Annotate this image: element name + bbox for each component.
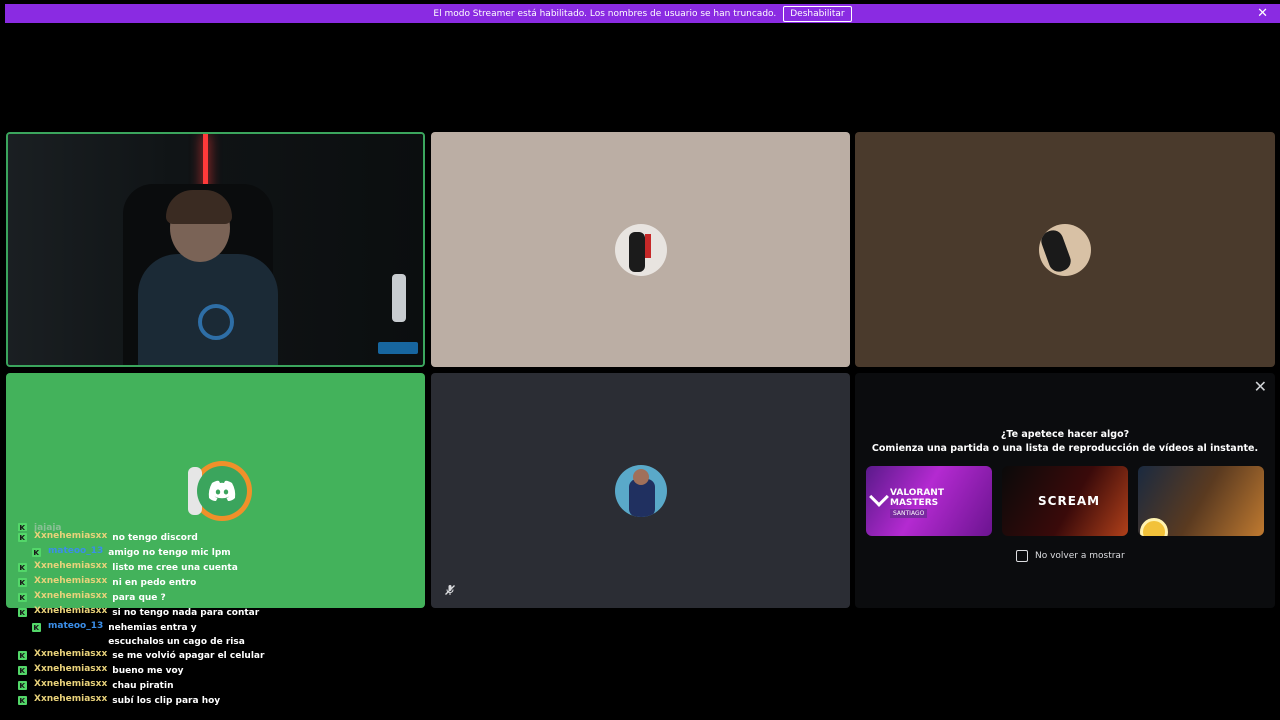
activity-card-3[interactable] (1138, 466, 1264, 536)
chat-username[interactable]: Xxnehemiasxx (34, 576, 107, 586)
discord-logo-avatar (188, 461, 252, 521)
streamer-mode-message: El modo Streamer está habilitado. Los no… (433, 8, 777, 19)
dont-show-again-label: No volver a mostrar (1035, 551, 1125, 561)
kick-badge-icon (18, 651, 27, 660)
kick-badge-icon (18, 593, 27, 602)
discord-logo-icon (208, 480, 236, 501)
stream-chat-overlay: jajaja Xxnehemiasxx no tengo discord mateo… (18, 523, 278, 709)
kick-badge-icon (32, 623, 41, 632)
activity-suggestions-panel: ✕ ¿Te apetece hacer algo? Comienza una p… (855, 373, 1275, 608)
chat-username[interactable]: Xxnehemiasxx (34, 649, 107, 659)
chat-message: Xxnehemiasxx subí los clip para hoy (18, 694, 278, 709)
shirt-logo (198, 304, 234, 340)
chat-message: Xxnehemiasxx bueno me voy (18, 664, 278, 679)
dont-show-again-checkbox[interactable]: No volver a mostrar (1016, 550, 1125, 562)
chat-message-text: ni en pedo entro (112, 578, 197, 588)
chat-username[interactable]: Xxnehemiasxx (34, 664, 107, 674)
kick-badge-icon (18, 666, 27, 675)
chat-message-text: nehemias entra y escuchalos un cago de r… (108, 623, 245, 647)
chat-username[interactable]: Xxnehemiasxx (34, 679, 107, 689)
participant-tile-5[interactable] (431, 373, 850, 608)
close-activity-icon[interactable]: ✕ (1254, 377, 1267, 396)
participant-tile-2[interactable] (431, 132, 850, 367)
activity-cards: VALORANT MASTERS SANTIAGO SCREAM (866, 466, 1264, 536)
chat-username[interactable]: mateoo_13 (48, 621, 103, 631)
chat-message-text: se me volvió apagar el celular (112, 651, 265, 661)
participant-tile-3[interactable] (855, 132, 1275, 367)
kick-badge-icon (18, 608, 27, 617)
chat-message: Xxnehemiasxx si no tengo nada para contar (18, 606, 278, 621)
camera-tile[interactable] (6, 132, 425, 367)
close-banner-icon[interactable]: ✕ (1257, 6, 1268, 21)
valorant-logo-icon (869, 487, 889, 507)
chat-message: Xxnehemiasxx listo me cree una cuenta (18, 561, 278, 576)
checkbox-icon[interactable] (1016, 550, 1028, 562)
chat-message-text: si no tengo nada para contar (112, 608, 260, 618)
participant-avatar (614, 464, 667, 517)
kick-badge-icon (18, 563, 27, 572)
chat-username[interactable]: Xxnehemiasxx (34, 694, 107, 704)
chat-username[interactable]: mateoo_13 (48, 546, 103, 556)
chat-message-text: no tengo discord (112, 533, 198, 543)
chat-message-text: para que ? (112, 593, 166, 603)
chat-username[interactable]: Xxnehemiasxx (34, 591, 107, 601)
chat-message-text: chau piratin (112, 681, 174, 691)
kick-badge-icon (18, 696, 27, 705)
activity-card-scream[interactable]: SCREAM (1002, 466, 1128, 536)
activity-card-valorant[interactable]: VALORANT MASTERS SANTIAGO (866, 466, 992, 536)
chat-message: Xxnehemiasxx chau piratin (18, 679, 278, 694)
chat-username[interactable]: Xxnehemiasxx (34, 531, 107, 541)
chat-username[interactable]: Xxnehemiasxx (34, 561, 107, 571)
chat-message-text: listo me cree una cuenta (112, 563, 238, 573)
streamer-video (138, 190, 278, 365)
chat-message-list: Xxnehemiasxx no tengo discord mateoo_13 ami… (18, 531, 278, 709)
chat-message: mateoo_13 amigo no tengo mic lpm (18, 546, 278, 561)
streamer-mode-banner: El modo Streamer está habilitado. Los no… (5, 4, 1280, 23)
activity-subtitle: Comienza una partida o una lista de repr… (871, 443, 1259, 454)
kick-badge-icon (18, 523, 27, 531)
activity-title: ¿Te apetece hacer algo? (1000, 429, 1130, 440)
discord-call-view: El modo Streamer está habilitado. Los no… (0, 0, 1280, 720)
chat-message: Xxnehemiasxx se me volvió apagar el celul… (18, 649, 278, 664)
chat-message-text: subí los clip para hoy (112, 696, 221, 706)
chat-message: Xxnehemiasxx no tengo discord (18, 531, 278, 546)
kick-badge-icon (32, 548, 41, 557)
chat-message: Xxnehemiasxx para que ? (18, 591, 278, 606)
participant-avatar (614, 223, 667, 276)
bottle (392, 274, 406, 322)
chat-message: Xxnehemiasxx ni en pedo entro (18, 576, 278, 591)
chat-username[interactable]: Xxnehemiasxx (34, 606, 107, 616)
mic-muted-icon (441, 581, 459, 599)
chat-message-partial: jajaja (18, 521, 278, 531)
chat-message-text: amigo no tengo mic lpm (108, 548, 231, 558)
disable-streamer-mode-button[interactable]: Deshabilitar (783, 5, 852, 22)
coin-icon (1140, 518, 1168, 536)
kick-badge-icon (18, 681, 27, 690)
kick-badge-icon (18, 533, 27, 542)
device-light (378, 342, 418, 354)
participant-avatar (1039, 223, 1091, 276)
chat-message-text: bueno me voy (112, 666, 184, 676)
kick-badge-icon (18, 578, 27, 587)
chat-message: mateoo_13 nehemias entra y escuchalos un … (18, 621, 278, 649)
